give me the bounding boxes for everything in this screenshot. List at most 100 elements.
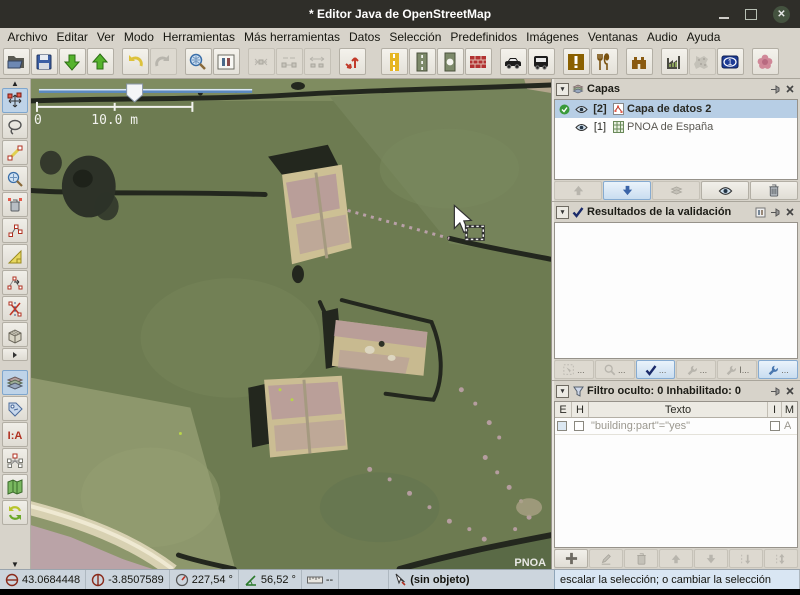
preset-works-button[interactable] <box>661 48 688 75</box>
menu-mas-herramientas[interactable]: Más herramientas <box>239 30 344 44</box>
layer-row-data[interactable]: [2] Capa de datos 2 <box>555 100 797 118</box>
menu-datos[interactable]: Datos <box>345 30 385 44</box>
menu-archivo[interactable]: Archivo <box>3 30 52 44</box>
layer-row-imagery[interactable]: [1] PNOA de España <box>555 118 797 136</box>
preset-motorway-button[interactable] <box>381 48 408 75</box>
menu-imagenes[interactable]: Imágenes <box>522 30 584 44</box>
save-button[interactable] <box>31 48 58 75</box>
toggle-changeset-button[interactable] <box>2 500 28 525</box>
validation-fix-button[interactable]: ... <box>676 360 716 379</box>
mode-parallel-button[interactable] <box>2 218 28 243</box>
upload-button[interactable] <box>87 48 114 75</box>
mode-extrude-button[interactable] <box>2 244 28 269</box>
filter-add-button[interactable] <box>554 549 588 568</box>
preset-warning-button[interactable] <box>563 48 590 75</box>
inverted-checkbox[interactable] <box>770 421 780 431</box>
mode-select-button[interactable] <box>2 88 28 113</box>
mode-delete-button[interactable] <box>2 192 28 217</box>
pin-icon[interactable] <box>769 385 781 397</box>
filter-sort-down-button[interactable] <box>729 549 763 568</box>
close-button[interactable]: ✕ <box>773 6 790 23</box>
layer-move-down-button[interactable] <box>603 181 651 200</box>
filter-sort-updown-button[interactable] <box>764 549 798 568</box>
col-enable[interactable]: E <box>555 402 572 417</box>
collapse-icon[interactable]: ▾ <box>556 206 569 219</box>
toggle-tags-button[interactable] <box>2 396 28 421</box>
preset-motorway-junction-button[interactable]: 1 <box>717 48 744 75</box>
toggle-panels-button[interactable] <box>213 48 240 75</box>
open-folder-button[interactable] <box>3 48 30 75</box>
close-icon[interactable] <box>784 83 796 95</box>
layer-move-up-button[interactable] <box>554 181 602 200</box>
filter-row[interactable]: "building:part"="yes" A <box>555 418 797 435</box>
preset-castle-button[interactable] <box>626 48 653 75</box>
mode-zoom-button[interactable] <box>2 166 28 191</box>
menu-ayuda[interactable]: Ayuda <box>682 30 725 44</box>
menu-editar[interactable]: Editar <box>52 30 92 44</box>
layer-visibility-button[interactable] <box>701 181 749 200</box>
minimize-button[interactable] <box>719 17 729 19</box>
panel-menu-icon[interactable] <box>754 206 766 218</box>
preset-road-button[interactable] <box>409 48 436 75</box>
toggle-layers-button[interactable] <box>2 370 28 395</box>
menu-modo[interactable]: Modo <box>119 30 158 44</box>
menu-ver[interactable]: Ver <box>92 30 119 44</box>
mode-draw-button[interactable] <box>2 140 28 165</box>
preset-wall-button[interactable] <box>465 48 492 75</box>
preset-rose-button[interactable] <box>752 48 779 75</box>
scroll-up-icon[interactable]: ▲ <box>0 79 30 88</box>
layer-delete-button[interactable] <box>750 181 798 200</box>
collapse-icon[interactable]: ▾ <box>556 385 569 398</box>
expand-more-button[interactable] <box>2 348 28 361</box>
redo-button[interactable] <box>150 48 177 75</box>
filter-delete-button[interactable] <box>624 549 658 568</box>
menu-herramientas[interactable]: Herramientas <box>158 30 239 44</box>
validation-results-list[interactable] <box>554 222 798 359</box>
col-inverted[interactable]: I <box>768 402 782 417</box>
validation-ignore-button[interactable]: I... <box>717 360 757 379</box>
mode-building-button[interactable] <box>2 322 28 347</box>
validation-lookup-button[interactable]: ... <box>595 360 635 379</box>
menu-ventanas[interactable]: Ventanas <box>583 30 642 44</box>
toggle-relation-editor-button[interactable]: I:A <box>2 422 28 447</box>
preset-car-button[interactable] <box>500 48 527 75</box>
eye-icon[interactable] <box>574 105 588 114</box>
mode-mirror-button[interactable] <box>2 296 28 321</box>
col-mode[interactable]: M <box>782 402 797 417</box>
preset-restaurant-button[interactable] <box>591 48 618 75</box>
collapse-icon[interactable]: ▾ <box>556 83 569 96</box>
toggle-map-paint-button[interactable] <box>2 474 28 499</box>
validation-tools-button[interactable]: ... <box>758 360 798 379</box>
scroll-down-icon[interactable]: ▼ <box>0 560 30 569</box>
validation-run-button[interactable]: ... <box>636 360 676 379</box>
download-button[interactable] <box>59 48 86 75</box>
close-icon[interactable] <box>784 206 796 218</box>
combine-segments-button[interactable] <box>304 48 331 75</box>
preset-bus-button[interactable] <box>528 48 555 75</box>
preset-quarry-button[interactable] <box>689 48 716 75</box>
filter-move-up-button[interactable] <box>659 549 693 568</box>
close-icon[interactable] <box>784 385 796 397</box>
menu-predefinidos[interactable]: Predefinidos <box>446 30 522 44</box>
maximize-button[interactable] <box>745 9 757 20</box>
mode-lasso-button[interactable] <box>2 114 28 139</box>
col-text[interactable]: Texto <box>589 402 768 417</box>
merge-ways-button[interactable] <box>276 48 303 75</box>
menu-audio[interactable]: Audio <box>642 30 682 44</box>
validation-select-button[interactable]: ... <box>554 360 594 379</box>
preset-crossing-button[interactable] <box>437 48 464 75</box>
col-hide[interactable]: H <box>572 402 589 417</box>
filter-edit-button[interactable] <box>589 549 623 568</box>
pin-icon[interactable] <box>769 83 781 95</box>
mode-improve-way-button[interactable] <box>2 270 28 295</box>
restore-selection-button[interactable] <box>339 48 366 75</box>
menu-seleccion[interactable]: Selección <box>385 30 446 44</box>
undo-button[interactable] <box>122 48 149 75</box>
pin-icon[interactable] <box>769 206 781 218</box>
hide-checkbox[interactable] <box>574 421 584 431</box>
enable-checkbox[interactable] <box>557 421 567 431</box>
merge-nodes-button[interactable] <box>248 48 275 75</box>
toggle-relations-button[interactable] <box>2 448 28 473</box>
map-view[interactable]: 0 10.0 m PNOA <box>31 79 551 569</box>
search-button[interactable] <box>185 48 212 75</box>
